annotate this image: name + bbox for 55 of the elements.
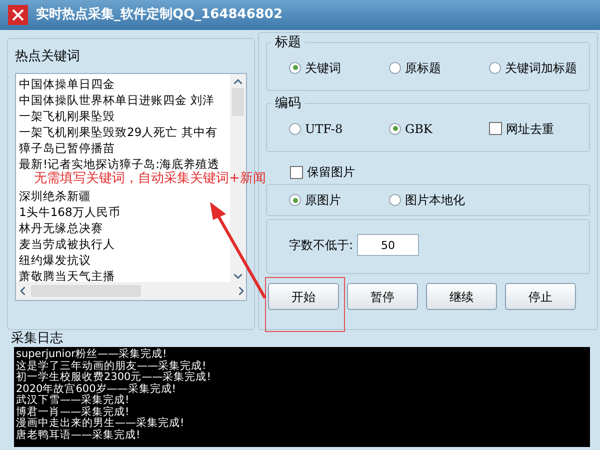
list-item[interactable]: 1头牛168万人民币	[19, 204, 230, 220]
panel-title: 热点关键词	[15, 48, 81, 66]
list-item[interactable]: 最新!记者实地探访獐子岛:海底养殖透	[19, 156, 230, 172]
radio-button[interactable]	[489, 62, 501, 74]
log-line: 博君一肖——采集完成!	[16, 406, 130, 418]
radio-option[interactable]: 关键词	[289, 58, 389, 76]
checkbox[interactable]	[489, 122, 502, 135]
list-item[interactable]: 一架飞机刚果坠毁	[19, 108, 230, 124]
list-item[interactable]: 中国体操单日四金	[19, 76, 230, 92]
radio-button[interactable]	[389, 122, 401, 134]
field-label: 字数不低于:	[289, 237, 354, 254]
group-title: 编码	[274, 95, 302, 113]
log-line: 这是学了三年动画的朋友——采集完成!	[16, 360, 208, 372]
radio-option[interactable]: UTF-8	[289, 120, 389, 138]
scroll-up-icon	[234, 78, 242, 84]
list-item[interactable]: 萧敬腾当天气主播	[19, 268, 230, 284]
window-title: 实时热点采集_软件定制QQ_164846802	[36, 6, 283, 24]
log-line: 初一学生校服收费2300元——采集完成!	[16, 372, 212, 383]
group-title: 标题	[274, 34, 302, 52]
list-item[interactable]: 麦当劳成被执行人	[19, 236, 230, 252]
scroll-right-icon	[239, 286, 244, 294]
radio-option[interactable]: 关键词加标题	[489, 58, 577, 76]
action-button[interactable]: 停止	[505, 283, 576, 310]
log-line: 2020年故宫600岁——采集完成!	[16, 384, 177, 394]
checkbox-option[interactable]: 网址去重	[489, 120, 554, 138]
list-item[interactable]: 一架飞机刚果坠毁致29人死亡 其中有	[19, 124, 230, 140]
log-line: superjunior粉丝——采集完成!	[16, 349, 168, 360]
panel-title: 采集日志	[10, 332, 64, 346]
list-item[interactable]: 纽约爆发抗议	[19, 252, 230, 268]
log-line: 漫画中走出来的男生——采集完成!	[16, 418, 186, 429]
checkbox[interactable]	[290, 166, 303, 178]
scroll-down-icon	[234, 274, 242, 278]
radio-option[interactable]: 图片本地化	[389, 191, 489, 209]
action-button[interactable]: 继续	[426, 283, 497, 310]
radio-option[interactable]: 原图片	[289, 191, 389, 209]
checkbox-option[interactable]: 保留图片	[290, 163, 590, 181]
list-item[interactable]: 獐子岛已暂停播苗	[19, 140, 230, 156]
app-icon	[8, 5, 28, 25]
radio-button[interactable]	[289, 62, 301, 74]
list-item[interactable]: 中国体操队世界杯单日进账四金 刘洋	[19, 92, 230, 108]
radio-option[interactable]: 原标题	[389, 58, 489, 76]
action-button[interactable]: 开始	[268, 283, 339, 310]
log-line: 唐老鸭耳语——采集完成!	[16, 430, 142, 441]
action-button[interactable]: 暂停	[347, 283, 418, 310]
log-line: 武汉下雪——采集完成!	[16, 395, 130, 406]
radio-button[interactable]	[389, 194, 401, 206]
input-field[interactable]: 50	[357, 234, 420, 256]
list-item[interactable]: 深圳绝杀新疆	[19, 188, 230, 204]
annotation-text: 无需填写关键词，自动采集关键词+新闻	[34, 171, 266, 187]
radio-option[interactable]: GBK	[389, 120, 489, 138]
radio-button[interactable]	[289, 194, 301, 206]
radio-button[interactable]	[289, 122, 301, 134]
scroll-left-icon	[20, 286, 25, 294]
radio-button[interactable]	[389, 62, 401, 74]
list-item[interactable]: 林丹无缘总决赛	[19, 220, 230, 236]
